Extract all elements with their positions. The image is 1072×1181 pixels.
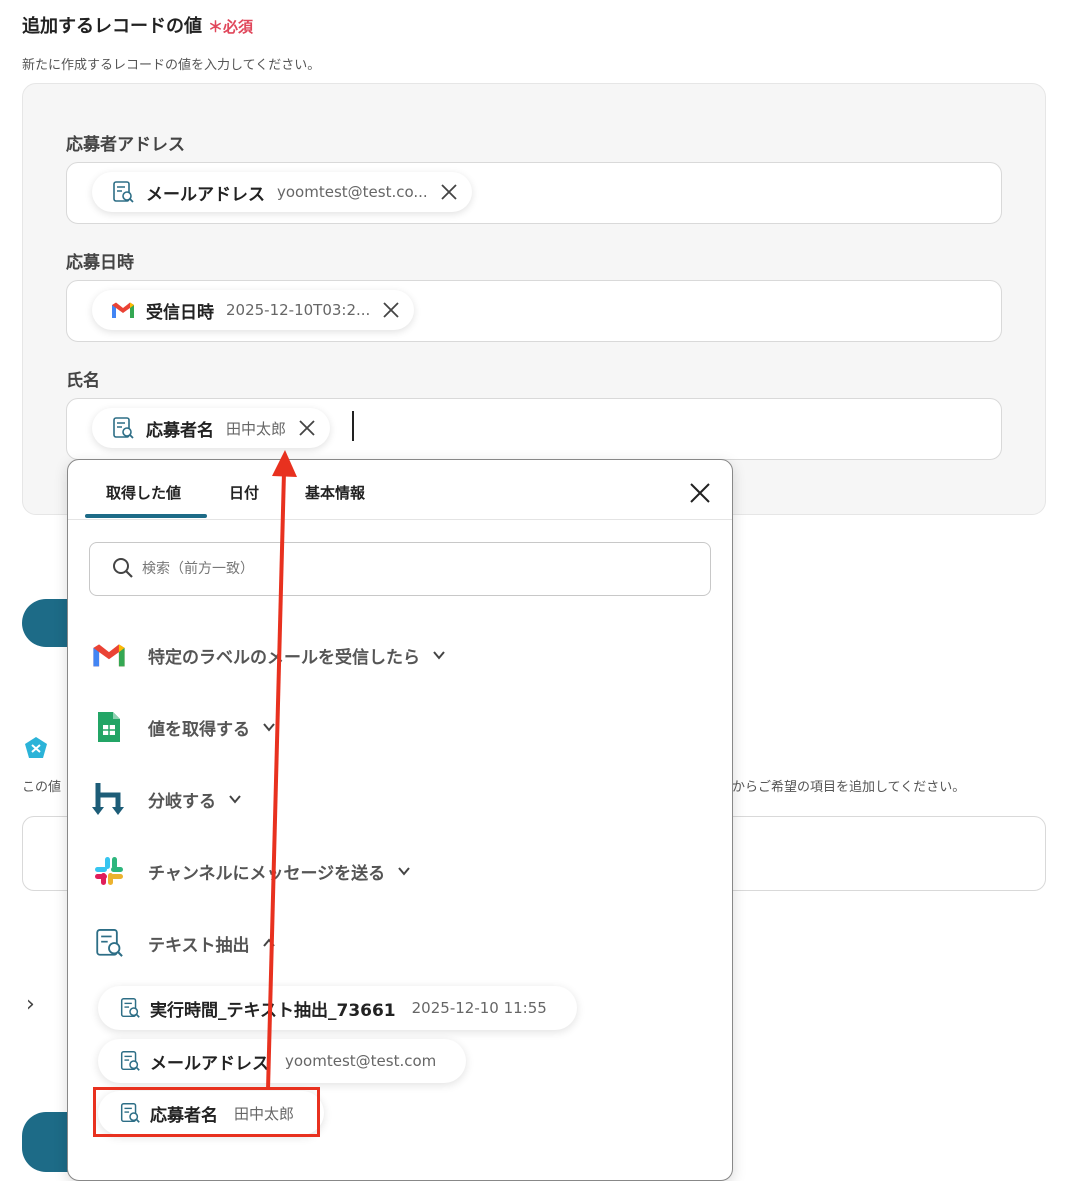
section-title-text: 追加するレコードの値: [22, 16, 202, 37]
chip-name: 応募者名: [146, 420, 214, 441]
chip-value: 田中太郎: [226, 419, 287, 438]
value-chip[interactable]: 応募者名 田中太郎: [92, 408, 331, 448]
search-icon: [113, 558, 133, 578]
output-chip[interactable]: メールアドレス yoomtest@test.com: [98, 1039, 467, 1083]
text-extract-icon: [110, 415, 136, 441]
google-sheets-icon: [92, 710, 126, 744]
step-label: 値を取得する: [148, 719, 250, 740]
chevron-up-icon: [262, 938, 275, 947]
value-picker-popup: 取得した値 日付 基本情報 特定のラベルのメールを受信したら 値を取得する 分岐…: [67, 459, 733, 1181]
close-icon[interactable]: [689, 482, 711, 504]
chevron-right-icon[interactable]: ›: [26, 992, 35, 1017]
value-chip[interactable]: 受信日時 2025-12-10T03:2...: [92, 290, 415, 330]
tab-basic-info[interactable]: 基本情報: [305, 482, 365, 503]
tab-acquired-values[interactable]: 取得した値: [106, 482, 181, 503]
gmail-icon: [110, 297, 136, 323]
tab-date[interactable]: 日付: [229, 482, 259, 503]
tab-divider: [68, 519, 732, 520]
branch-icon: [92, 782, 126, 816]
close-icon[interactable]: [440, 183, 458, 201]
text-caret: [352, 411, 354, 441]
search-box[interactable]: [89, 542, 711, 596]
section-title: 追加するレコードの値 ＊必須: [22, 12, 253, 38]
step-gmail-trigger[interactable]: 特定のラベルのメールを受信したら: [92, 633, 446, 677]
field-label-applicant-address: 応募者アドレス: [66, 135, 185, 155]
step-slack[interactable]: チャンネルにメッセージを送る: [92, 849, 411, 893]
active-tab-indicator: [85, 514, 207, 518]
section-description: 新たに作成するレコードの値を入力してください。: [22, 58, 321, 73]
output-value: yoomtest@test.com: [285, 1052, 437, 1070]
output-chip[interactable]: 実行時間_テキスト抽出_73661 2025-12-10 11:55: [98, 986, 577, 1030]
chevron-down-icon: [433, 651, 445, 660]
chevron-down-icon: [398, 867, 410, 876]
chip-value: yoomtest@test.co...: [277, 183, 428, 201]
step-label: チャンネルにメッセージを送る: [148, 863, 386, 884]
value-chip[interactable]: メールアドレス yoomtest@test.co...: [92, 172, 472, 212]
field-label-name: 氏名: [66, 371, 100, 391]
text-extract-icon: [110, 179, 136, 205]
yoom-ai-icon: [25, 737, 47, 758]
chip-name: 受信日時: [146, 302, 214, 323]
chevron-down-icon: [263, 723, 275, 732]
step-branch[interactable]: 分岐する: [92, 777, 242, 821]
background-help-text: この値: [22, 780, 62, 795]
close-icon[interactable]: [382, 301, 400, 319]
output-value: 2025-12-10 11:55: [411, 999, 547, 1017]
step-label: 特定のラベルのメールを受信したら: [148, 647, 420, 668]
text-extract-icon: [92, 926, 126, 960]
chip-name: メールアドレス: [146, 184, 265, 205]
required-mark: ＊必須: [208, 18, 254, 36]
chevron-down-icon: [229, 795, 241, 804]
gmail-icon: [92, 638, 126, 672]
text-extract-icon: [120, 1051, 140, 1071]
step-text-extract[interactable]: テキスト抽出: [92, 921, 276, 965]
background-help-text-right: からご希望の項目を追加してください。: [732, 780, 966, 795]
text-extract-icon: [120, 998, 140, 1018]
step-label: 分岐する: [148, 791, 216, 812]
slack-icon: [92, 854, 126, 888]
step-label: テキスト抽出: [148, 935, 250, 956]
annotation-highlight-box: [93, 1087, 320, 1137]
output-name: 実行時間_テキスト抽出_73661: [150, 1000, 396, 1021]
output-name: メールアドレス: [150, 1053, 269, 1074]
search-input[interactable]: [140, 551, 684, 587]
field-label-applied-datetime: 応募日時: [66, 253, 134, 273]
step-google-sheets[interactable]: 値を取得する: [92, 705, 276, 749]
close-icon[interactable]: [298, 419, 316, 437]
chip-value: 2025-12-10T03:2...: [226, 301, 371, 319]
